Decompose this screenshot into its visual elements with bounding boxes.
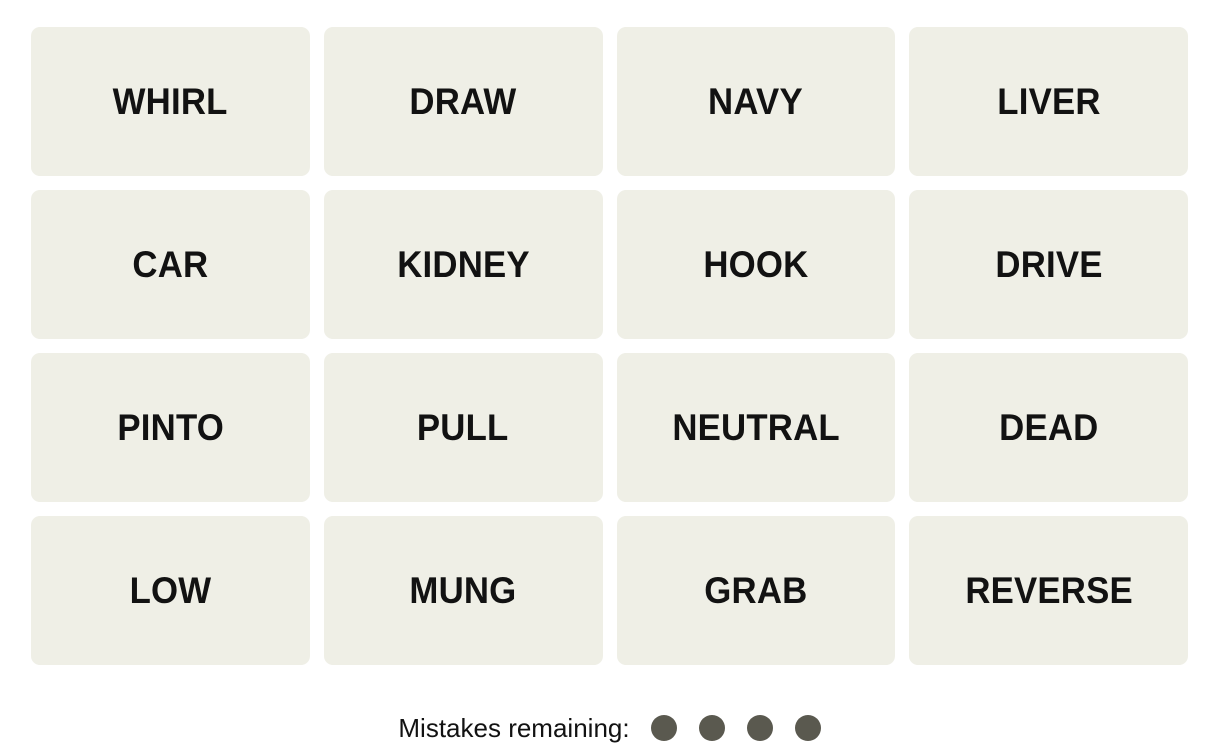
mistake-dot-group — [650, 714, 821, 741]
word-tile-label: HOOK — [703, 244, 809, 285]
mistake-dot-icon — [650, 714, 677, 741]
word-tile-label: MUNG — [409, 570, 517, 611]
word-tile[interactable]: DRIVE — [909, 190, 1188, 339]
word-tile[interactable]: LIVER — [909, 27, 1188, 176]
mistake-dot-icon — [794, 714, 821, 741]
word-tile[interactable]: DEAD — [909, 353, 1188, 502]
word-tile-label: KIDNEY — [396, 244, 530, 285]
word-grid: WHIRL DRAW NAVY LIVER CAR KIDNEY HOOK DR… — [31, 27, 1188, 665]
word-tile-label: NEUTRAL — [672, 407, 840, 448]
word-tile-label: NAVY — [708, 81, 804, 122]
word-tile[interactable]: LOW — [31, 516, 310, 665]
word-tile-label: WHIRL — [112, 81, 228, 122]
word-tile-label: LOW — [129, 570, 212, 611]
word-tile-label: PINTO — [117, 407, 224, 448]
word-tile-label: PULL — [417, 407, 509, 448]
word-tile[interactable]: CAR — [31, 190, 310, 339]
word-tile-label: DEAD — [998, 407, 1099, 448]
word-tile-label: CAR — [132, 244, 209, 285]
word-tile[interactable]: KIDNEY — [323, 190, 603, 339]
mistakes-remaining-label: Mistakes remaining: — [398, 712, 630, 743]
word-tile[interactable]: NAVY — [616, 27, 896, 176]
word-tile[interactable]: NEUTRAL — [616, 353, 896, 502]
word-tile[interactable]: MUNG — [323, 516, 603, 665]
word-tile[interactable]: WHIRL — [31, 27, 310, 176]
word-tile[interactable]: DRAW — [323, 27, 603, 176]
connections-game-board: WHIRL DRAW NAVY LIVER CAR KIDNEY HOOK DR… — [0, 0, 1219, 750]
word-tile[interactable]: REVERSE — [909, 516, 1188, 665]
word-tile-label: GRAB — [704, 570, 808, 611]
word-tile[interactable]: PINTO — [31, 353, 310, 502]
word-tile[interactable]: GRAB — [616, 516, 896, 665]
word-tile[interactable]: PULL — [323, 353, 603, 502]
mistake-dot-icon — [746, 714, 773, 741]
mistakes-remaining: Mistakes remaining: — [0, 705, 1219, 750]
word-tile-label: REVERSE — [964, 570, 1133, 611]
word-tile-label: DRIVE — [995, 244, 1103, 285]
word-tile-label: DRAW — [409, 81, 517, 122]
word-tile[interactable]: HOOK — [616, 190, 896, 339]
word-tile-label: LIVER — [996, 81, 1101, 122]
mistake-dot-icon — [698, 714, 725, 741]
